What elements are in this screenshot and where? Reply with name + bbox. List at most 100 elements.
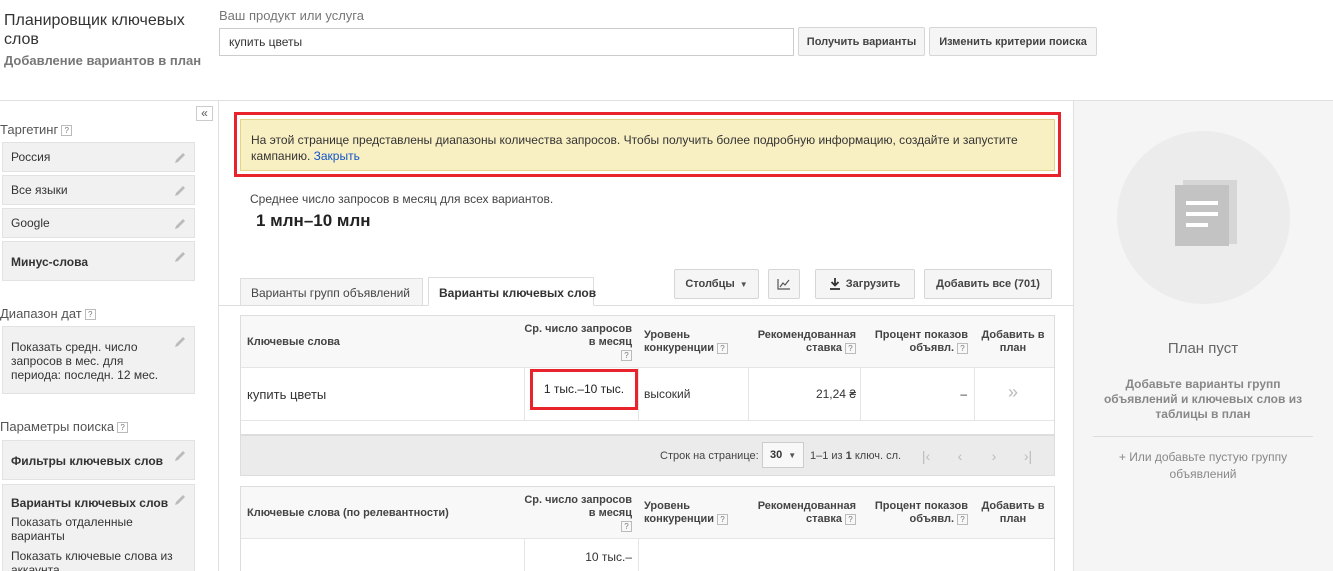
account-keywords-option: Показать ключевые слова из аккаунта — [11, 549, 173, 571]
document-stack-icon — [1175, 180, 1237, 246]
col-suggested-bid[interactable]: Рекомендованная ставка? — [750, 329, 856, 355]
last-page-icon[interactable]: ›| — [1018, 446, 1038, 466]
columns-button[interactable]: Столбцы ▼ — [674, 269, 759, 299]
keyword-planner-page: Планировщик ключевых слов Добавление вар… — [0, 0, 1333, 571]
col-competition-label: Уровень конкуренции — [644, 329, 714, 354]
col-add-to-plan: Добавить в план — [981, 329, 1045, 354]
col-suggested-bid-label: Рекомендованная ставка — [757, 500, 856, 525]
prev-page-icon[interactable]: ‹ — [950, 446, 970, 466]
product-input[interactable]: купить цветы — [219, 28, 794, 56]
targeting-title: Таргетинг? — [0, 122, 73, 137]
page-range-suffix: ключ. сл. — [854, 450, 902, 462]
plan-hint: Добавьте варианты групп объявлений и клю… — [1103, 377, 1303, 421]
help-icon[interactable]: ? — [84, 309, 96, 321]
rows-per-page-value: 30 — [770, 449, 783, 461]
row-divider — [241, 420, 1054, 421]
help-icon[interactable]: ? — [845, 513, 856, 525]
rows-per-page-select[interactable]: 30 ▼ — [762, 442, 804, 468]
download-button-label: Загрузить — [845, 278, 901, 290]
targeting-language-label: Все языки — [11, 183, 68, 197]
help-icon[interactable]: ? — [61, 125, 73, 137]
summary-value: 1 млн–10 млн — [256, 211, 371, 230]
row-avg-searches: 1 тыс.–10 тыс. — [530, 369, 638, 410]
first-page-icon[interactable]: |‹ — [916, 446, 936, 466]
help-icon[interactable]: ? — [845, 342, 856, 354]
pencil-icon — [175, 153, 185, 163]
col-competition[interactable]: Уровень конкуренции? — [644, 329, 744, 355]
tabs-baseline — [219, 305, 1073, 306]
download-button[interactable]: Загрузить — [815, 269, 915, 299]
help-icon[interactable]: ? — [716, 342, 728, 354]
targeting-title-text: Таргетинг — [0, 122, 59, 137]
download-icon — [829, 278, 840, 290]
keyword-filters-label: Фильтры ключевых слов — [11, 454, 164, 468]
chart-icon — [777, 279, 790, 290]
summary-label: Среднее число запросов в месяц для всех … — [250, 192, 554, 206]
targeting-network-label: Google — [11, 216, 50, 230]
row-impr-share: – — [960, 387, 967, 401]
negative-keywords-label: Минус-слова — [11, 255, 89, 269]
targeting-language[interactable]: Все языки — [2, 175, 195, 205]
caret-down-icon: ▼ — [739, 279, 748, 289]
row-competition: высокий — [644, 387, 691, 401]
col-avg-searches[interactable]: Ср. число запросов в месяц? — [524, 494, 632, 533]
col-keywords[interactable]: Ключевые слова — [247, 336, 340, 349]
date-range-title-text: Диапазон дат — [0, 306, 82, 321]
col-avg-searches-label: Ср. число запросов в месяц — [524, 494, 632, 519]
search-params-title-text: Параметры поиска — [0, 419, 115, 434]
date-range-text: Показать средн. число запросов в мес. дл… — [11, 340, 159, 382]
get-variants-button[interactable]: Получить варианты — [798, 27, 925, 56]
negative-keywords[interactable]: Минус-слова — [2, 241, 195, 281]
help-icon[interactable]: ? — [957, 342, 968, 354]
help-icon[interactable]: ? — [621, 349, 632, 361]
col-avg-searches[interactable]: Ср. число запросов в месяц? — [524, 323, 632, 362]
col-impr-share[interactable]: Процент показов объявл.? — [862, 500, 968, 526]
col-competition-label: Уровень конкуренции — [644, 500, 714, 525]
pencil-icon — [175, 186, 185, 196]
collapse-sidebar-button[interactable]: « — [196, 106, 213, 121]
page-range: 1–1 из 1 ключ. сл. — [810, 450, 901, 462]
plan-empty-title: План пуст — [1167, 340, 1239, 357]
columns-button-label: Столбцы — [685, 278, 735, 290]
add-all-button[interactable]: Добавить все (701) — [924, 269, 1052, 299]
pencil-icon — [175, 252, 185, 262]
keyword-variants-options[interactable]: Варианты ключевых слов Показать отдаленн… — [2, 484, 195, 571]
info-notice: На этой странице представлены диапазоны … — [240, 119, 1055, 171]
col-suggested-bid-label: Рекомендованная ставка — [757, 329, 856, 354]
product-label: Ваш продукт или услуга — [219, 8, 364, 23]
caret-down-icon: ▼ — [788, 451, 797, 460]
help-icon[interactable]: ? — [957, 513, 968, 525]
plan-divider — [1093, 436, 1313, 437]
col-impr-share-label: Процент показов объявл. — [874, 329, 968, 354]
notice-close-link[interactable]: Закрыть — [314, 149, 360, 163]
add-empty-ad-group-link[interactable]: + Или добавьте пустую группу объявлений — [1103, 449, 1303, 483]
chart-toggle-button[interactable] — [768, 269, 800, 299]
help-icon[interactable]: ? — [716, 513, 728, 525]
search-params-title: Параметры поиска? — [0, 419, 129, 434]
targeting-network[interactable]: Google — [2, 208, 195, 238]
rows-per-page-label: Строк на странице: — [660, 450, 759, 462]
table-row: купить цветы 1 тыс.–10 тыс. высокий 21,2… — [241, 369, 1054, 420]
page-subtitle: Добавление вариантов в план — [4, 53, 202, 68]
tab-ad-group-variants[interactable]: Варианты групп объявлений — [240, 278, 423, 305]
change-criteria-button[interactable]: Изменить критерии поиска — [929, 27, 1097, 56]
col-competition[interactable]: Уровень конкуренции? — [644, 500, 744, 526]
add-to-plan-button[interactable]: » — [976, 382, 1050, 403]
help-icon[interactable]: ? — [117, 422, 129, 434]
targeting-location-label: Россия — [11, 150, 51, 164]
col-impr-share[interactable]: Процент показов объявл.? — [862, 329, 968, 355]
col-add-to-plan: Добавить в план — [981, 500, 1045, 525]
help-icon[interactable]: ? — [621, 520, 632, 532]
tab-keyword-variants[interactable]: Варианты ключевых слов — [428, 277, 596, 306]
keyword-variants-label: Варианты ключевых слов — [11, 496, 169, 510]
date-range-box[interactable]: Показать средн. число запросов в мес. дл… — [2, 326, 195, 394]
col-suggested-bid[interactable]: Рекомендованная ставка? — [750, 500, 856, 526]
col-keywords-relevance[interactable]: Ключевые слова (по релевантности) — [247, 507, 449, 520]
page-range-count: 1 — [845, 450, 852, 462]
targeting-location[interactable]: Россия — [2, 142, 195, 172]
col-divider — [638, 539, 639, 571]
keyword-filters[interactable]: Фильтры ключевых слов — [2, 440, 195, 480]
pencil-icon — [175, 495, 185, 505]
next-page-icon[interactable]: › — [984, 446, 1004, 466]
notice-text: На этой странице представлены диапазоны … — [251, 133, 1018, 163]
